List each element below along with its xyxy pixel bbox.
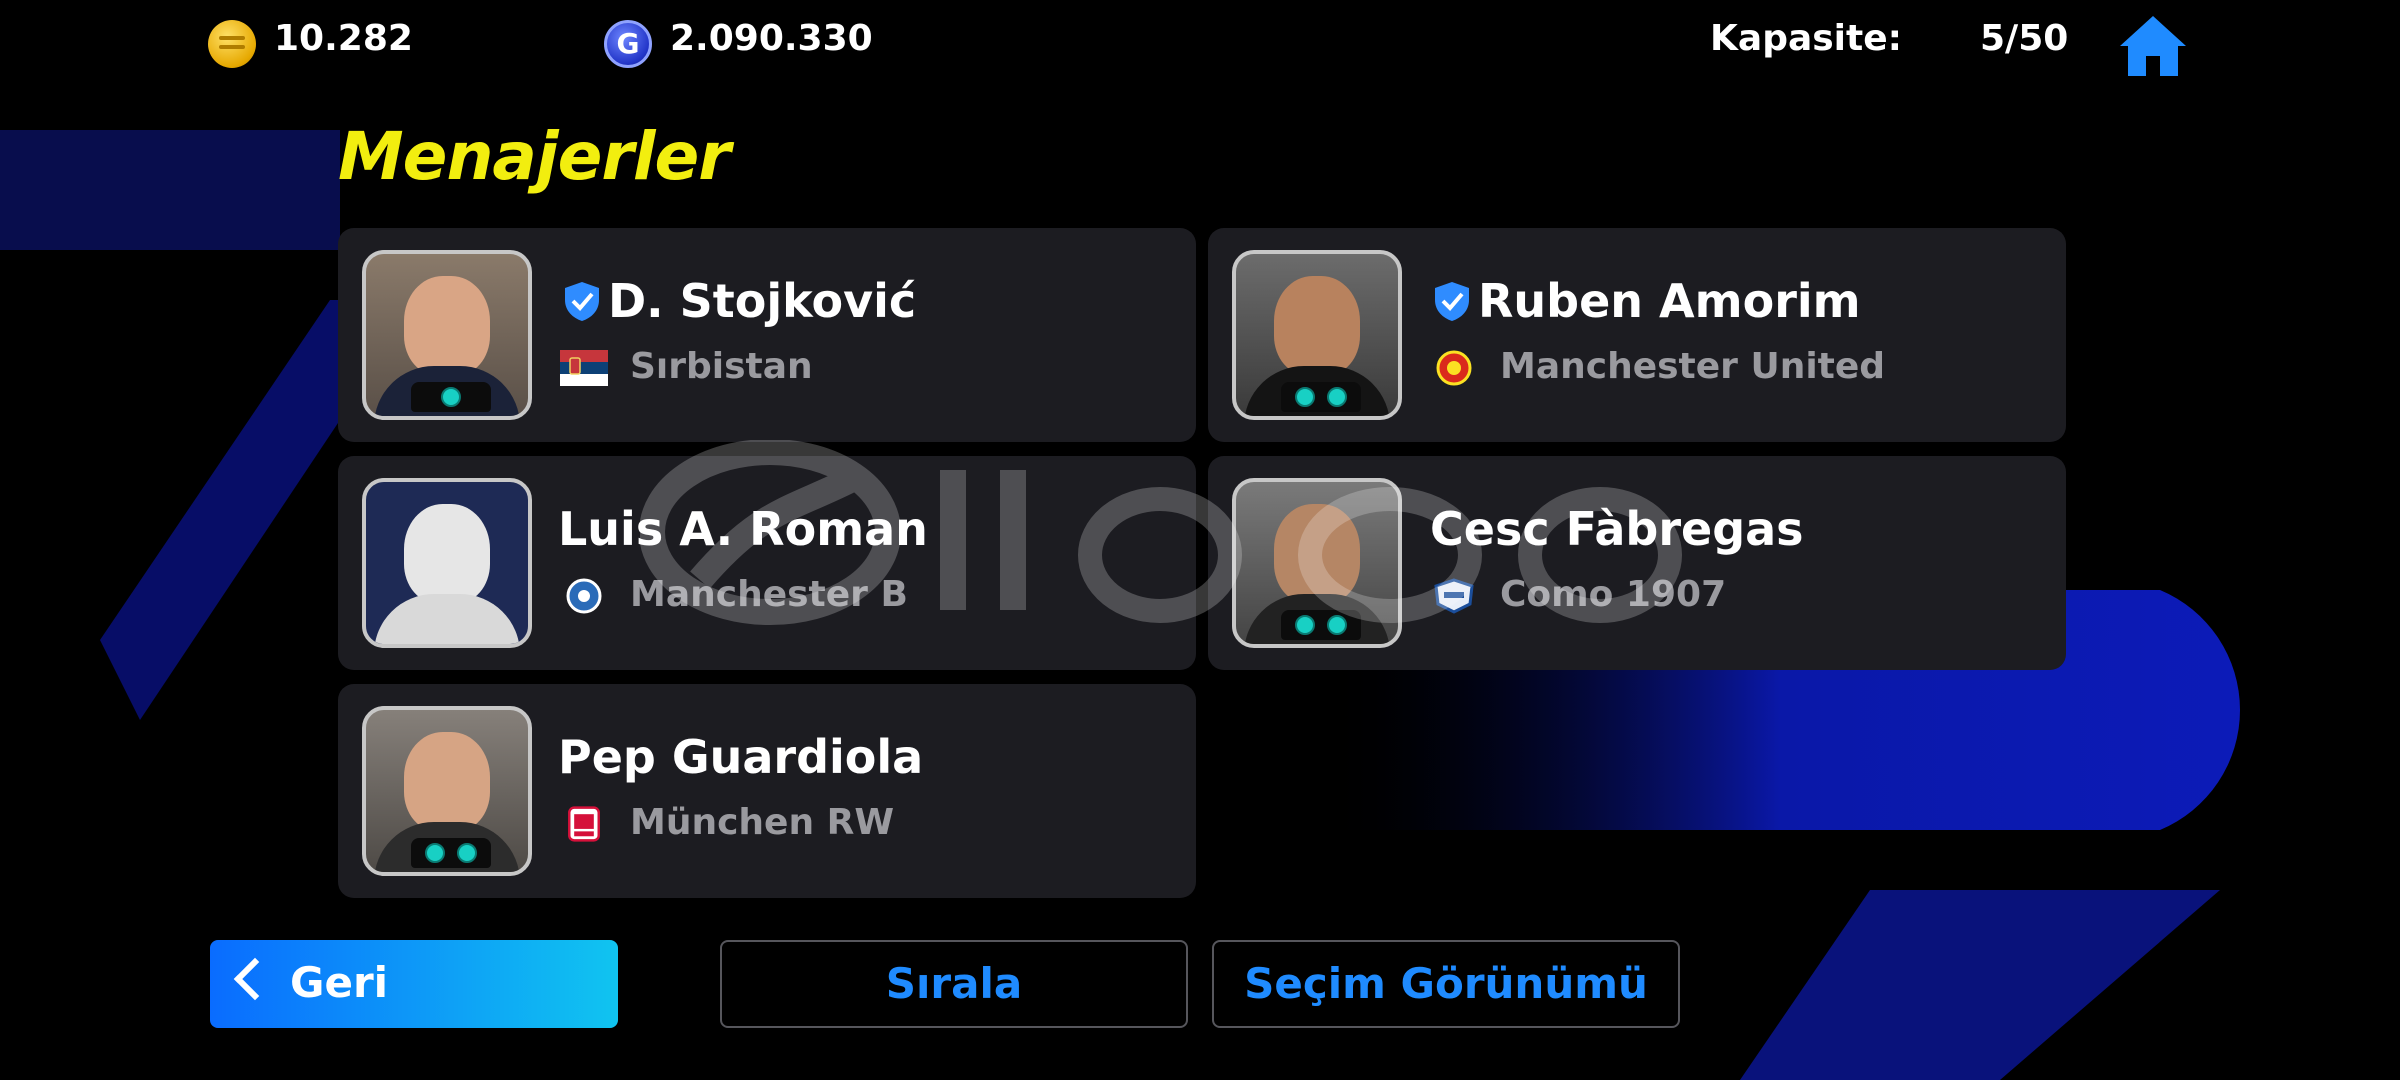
gp-icon: G	[604, 20, 652, 68]
home-icon[interactable]	[2118, 14, 2188, 78]
verified-shield-icon	[565, 282, 599, 321]
manager-photo-placeholder	[362, 478, 532, 648]
capacity-label: Kapasite:	[1710, 18, 1903, 59]
page-title: Menajerler	[338, 118, 731, 195]
manager-name: Cesc Fàbregas	[1430, 502, 1804, 556]
gp-icon-letter: G	[616, 27, 640, 60]
badge-icon	[425, 843, 445, 863]
manager-team: München RW	[630, 802, 895, 843]
manager-name: Luis A. Roman	[558, 502, 928, 556]
face-shape	[404, 504, 490, 604]
manager-photo	[1232, 478, 1402, 648]
manager-card[interactable]: Pep Guardiola München RW	[338, 684, 1196, 898]
capacity-value: 5/50	[1980, 18, 2069, 59]
back-button-label: Geri	[290, 958, 389, 1007]
manager-card[interactable]: D. Stojković Sırbistan	[338, 228, 1196, 442]
club-crest-icon	[1436, 350, 1472, 386]
manager-card[interactable]: Ruben Amorim Manchester United	[1208, 228, 2066, 442]
gp-balance: 2.090.330	[670, 18, 873, 59]
manager-name: Pep Guardiola	[558, 730, 924, 784]
manager-card[interactable]: Luis A. Roman Manchester B	[338, 456, 1196, 670]
skill-badge-bar	[411, 382, 491, 412]
skill-badge-bar	[1281, 382, 1361, 412]
verified-shield-icon	[1435, 282, 1469, 321]
manager-card[interactable]: Cesc Fàbregas Como 1907	[1208, 456, 2066, 670]
manager-name: Ruben Amorim	[1478, 274, 1861, 328]
skill-badge-bar	[411, 838, 491, 868]
back-button[interactable]: Geri	[210, 940, 618, 1028]
manager-photo	[362, 250, 532, 420]
badge-icon	[1295, 615, 1315, 635]
manager-team: Como 1907	[1500, 574, 1727, 615]
face-shape	[1274, 276, 1360, 376]
top-bar: 10.282 G 2.090.330 Kapasite: 5/50	[0, 0, 2400, 84]
chevron-left-icon	[233, 957, 277, 1001]
manager-team: Manchester United	[1500, 346, 1886, 387]
manager-name: D. Stojković	[608, 274, 917, 328]
coin-balance: 10.282	[274, 18, 413, 59]
selection-view-button[interactable]: Seçim Görünümü	[1212, 940, 1680, 1028]
manager-team: Manchester B	[630, 574, 908, 615]
suit-shape	[374, 594, 520, 644]
badge-icon	[441, 387, 461, 407]
club-crest-icon	[566, 578, 602, 614]
badge-icon	[1295, 387, 1315, 407]
ecoin-icon	[208, 20, 256, 68]
manager-photo	[362, 706, 532, 876]
badge-icon	[1327, 387, 1347, 407]
serbia-flag-icon	[560, 350, 608, 386]
club-crest-icon	[1434, 578, 1474, 614]
face-shape	[404, 732, 490, 832]
manager-photo	[1232, 250, 1402, 420]
skill-badge-bar	[1281, 610, 1361, 640]
badge-icon	[457, 843, 477, 863]
manager-team: Sırbistan	[630, 346, 813, 387]
badge-icon	[1327, 615, 1347, 635]
sort-button[interactable]: Sırala	[720, 940, 1188, 1028]
face-shape	[1274, 504, 1360, 604]
club-crest-icon	[568, 806, 600, 842]
face-shape	[404, 276, 490, 376]
